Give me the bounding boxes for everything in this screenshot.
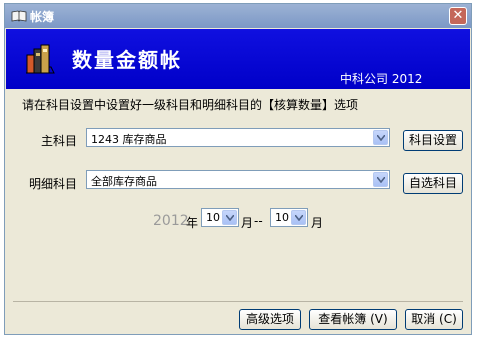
to-month-unit: 月 [311,216,324,230]
detail-subject-select[interactable]: 全部库存商品 [86,170,390,189]
instruction-text: 请在科目设置中设置好一级科目和明细科目的【核算数量】选项 [22,98,359,112]
footer-divider [13,301,463,302]
view-ledger-button[interactable]: 查看帐簿 (V) [309,309,397,330]
main-subject-select[interactable]: 1243 库存商品 [86,128,390,147]
close-button[interactable]: ✕ [449,7,467,25]
to-month-value: 10 [275,211,289,224]
advanced-options-button[interactable]: 高级选项 [239,309,301,330]
book-icon [11,10,27,22]
ledger-dialog: 帐簿 ✕ 数量金额帐 中科公司 2012 请在科目设置中设置好一级科目和明细科目… [4,3,472,335]
chevron-down-icon[interactable] [222,210,237,225]
window-title: 帐簿 [30,10,55,24]
year-unit: 年 [186,216,199,230]
period-separator: -- [254,214,263,228]
to-month-select[interactable]: 10 [270,208,308,227]
banner-title: 数量金额帐 [72,48,182,72]
title-bar[interactable]: 帐簿 ✕ [5,4,471,28]
chevron-down-icon[interactable] [373,130,388,145]
detail-subject-value: 全部库存商品 [91,175,157,188]
company-year: 中科公司 2012 [340,72,423,86]
cancel-button[interactable]: 取消 (C) [405,309,463,330]
from-month-unit: 月 [241,216,254,230]
main-subject-value: 1243 库存商品 [91,133,167,146]
custom-subject-button[interactable]: 自选科目 [403,173,463,194]
main-subject-label: 主科目 [41,134,78,148]
header-banner: 数量金额帐 中科公司 2012 [6,29,470,89]
ledger-books-icon [26,44,55,74]
year-value: 2012 [153,213,189,229]
from-month-select[interactable]: 10 [201,208,239,227]
close-icon: ✕ [452,8,464,23]
from-month-value: 10 [206,211,220,224]
chevron-down-icon[interactable] [373,172,388,187]
detail-subject-label: 明细科目 [29,177,78,191]
chevron-down-icon[interactable] [291,210,306,225]
subject-settings-button[interactable]: 科目设置 [403,130,463,151]
